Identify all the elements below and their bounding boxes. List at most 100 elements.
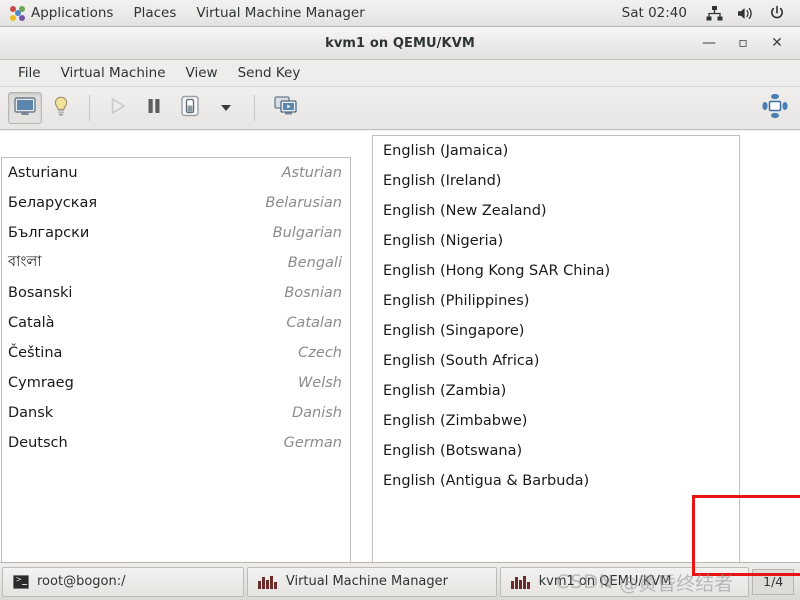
resize-vm-icon: [762, 93, 788, 123]
close-icon[interactable]: ✕: [770, 36, 784, 50]
power-icon[interactable]: [762, 5, 792, 21]
list-item[interactable]: English (Zambia): [373, 376, 739, 406]
language-english: German: [283, 435, 342, 451]
list-item[interactable]: English (Nigeria): [373, 226, 739, 256]
anaconda-welcome-screen: Asturianu Asturian Беларуская Belarusian…: [0, 131, 800, 562]
language-native: Cymraeg: [8, 375, 74, 391]
window-title: kvm1 on QEMU/KVM: [325, 35, 475, 51]
language-native: Asturianu: [8, 165, 78, 181]
list-item[interactable]: English (Antigua & Barbuda): [373, 466, 739, 496]
language-english: Belarusian: [265, 195, 342, 211]
maximize-icon[interactable]: ▫: [736, 36, 750, 50]
language-native: Čeština: [8, 345, 63, 361]
monitor-icon: [14, 96, 36, 120]
window-titlebar: kvm1 on QEMU/KVM — ▫ ✕: [0, 27, 800, 60]
list-item[interactable]: English (Zimbabwe): [373, 406, 739, 436]
window-menubar: File Virtual Machine View Send Key: [0, 60, 800, 87]
terminal-icon: [13, 574, 29, 589]
fullscreen-button[interactable]: [758, 92, 792, 124]
volume-icon[interactable]: [730, 6, 762, 21]
list-item[interactable]: Dansk Danish: [2, 398, 350, 428]
language-english: Bosnian: [284, 285, 342, 301]
chevron-down-icon: [221, 105, 231, 111]
list-item[interactable]: English (Singapore): [373, 316, 739, 346]
list-item[interactable]: Català Catalan: [2, 308, 350, 338]
desktop-top-panel: Applications Places Virtual Machine Mana…: [0, 0, 800, 27]
menu-send-key[interactable]: Send Key: [228, 62, 311, 84]
applications-grid-icon: [10, 5, 25, 21]
lightbulb-icon: [52, 96, 70, 120]
list-item[interactable]: English (Botswana): [373, 436, 739, 466]
toolbar-separator-2: [254, 95, 255, 121]
panel-menu-places-label: Places: [133, 5, 177, 21]
window-toolbar: [0, 87, 800, 130]
vmm-icon: [510, 575, 531, 589]
taskbar-item-label: root@bogon:/: [37, 574, 126, 589]
panel-clock[interactable]: Sat 02:40: [610, 5, 699, 21]
panel-status-area: Sat 02:40: [610, 5, 800, 21]
vm-guest-display[interactable]: Asturianu Asturian Беларуская Belarusian…: [0, 131, 800, 562]
snapshots-button[interactable]: [266, 92, 306, 124]
network-icon[interactable]: [699, 5, 730, 21]
run-button: [101, 92, 135, 124]
screens-icon: [274, 96, 298, 120]
language-english: Catalan: [286, 315, 342, 331]
menu-virtual-machine[interactable]: Virtual Machine: [51, 62, 176, 84]
language-english: Bulgarian: [272, 225, 342, 241]
panel-menu-virtual-machine-manager[interactable]: Virtual Machine Manager: [186, 0, 374, 26]
details-view-button[interactable]: [44, 92, 78, 124]
taskbar-item-vmm[interactable]: Virtual Machine Manager: [246, 566, 497, 597]
list-item[interactable]: Български Bulgarian: [2, 218, 350, 248]
language-native: Беларуская: [8, 195, 98, 211]
taskbar-item-label: Virtual Machine Manager: [285, 574, 448, 589]
list-item[interactable]: English (Philippines): [373, 286, 739, 316]
console-view-button[interactable]: [8, 92, 42, 124]
shutdown-menu-button[interactable]: [209, 92, 243, 124]
minimize-icon[interactable]: —: [702, 36, 716, 50]
language-native: Bosanski: [8, 285, 73, 301]
language-native: Deutsch: [8, 435, 68, 451]
toolbar-separator: [89, 95, 90, 121]
list-item[interactable]: Deutsch German: [2, 428, 350, 458]
window-controls: — ▫ ✕: [702, 36, 800, 50]
language-native: Български: [8, 225, 90, 241]
panel-menu-applications-label: Applications: [31, 5, 114, 21]
panel-menu-applications[interactable]: Applications: [0, 0, 123, 26]
language-native: বাংলা: [8, 254, 42, 270]
list-item[interactable]: English (Ireland): [373, 166, 739, 196]
language-english: Asturian: [281, 165, 342, 181]
list-item[interactable]: English (South Africa): [373, 346, 739, 376]
panel-menu-places[interactable]: Places: [123, 0, 186, 26]
taskbar-item-terminal[interactable]: root@bogon:/: [2, 566, 244, 597]
list-item[interactable]: Čeština Czech: [2, 338, 350, 368]
locale-list[interactable]: English (Jamaica) English (Ireland) Engl…: [372, 135, 740, 562]
panel-menu-vmm-label: Virtual Machine Manager: [196, 5, 365, 21]
language-english: Czech: [298, 345, 342, 361]
power-switch-icon: [180, 95, 200, 121]
desktop-taskbar: root@bogon:/ Virtual Machine Manager kvm…: [0, 562, 800, 600]
list-item[interactable]: Asturianu Asturian: [2, 158, 350, 188]
language-english: Bengali: [287, 255, 342, 271]
menu-file[interactable]: File: [8, 62, 51, 84]
taskbar-item-label: kvm1 on QEMU/KVM: [538, 574, 672, 589]
menu-view[interactable]: View: [176, 62, 228, 84]
pause-icon: [146, 97, 162, 119]
virt-viewer-window: kvm1 on QEMU/KVM — ▫ ✕ File Virtual Mach…: [0, 27, 800, 562]
language-native: Català: [8, 315, 55, 331]
play-icon: [109, 97, 127, 119]
list-item[interactable]: Беларуская Belarusian: [2, 188, 350, 218]
list-item[interactable]: English (Jamaica): [373, 136, 739, 166]
language-native: Dansk: [8, 405, 54, 421]
list-item[interactable]: Bosanski Bosnian: [2, 278, 350, 308]
language-english: Danish: [291, 405, 342, 421]
pause-button[interactable]: [137, 92, 171, 124]
list-item[interactable]: বাংলা Bengali: [2, 248, 350, 278]
vmm-icon: [257, 575, 278, 589]
shutdown-button[interactable]: [173, 92, 207, 124]
list-item[interactable]: English (Hong Kong SAR China): [373, 256, 739, 286]
list-item[interactable]: Cymraeg Welsh: [2, 368, 350, 398]
language-list[interactable]: Asturianu Asturian Беларуская Belarusian…: [1, 157, 351, 562]
highlight-annotation-box: [692, 495, 800, 576]
list-item[interactable]: English (New Zealand): [373, 196, 739, 226]
language-english: Welsh: [297, 375, 342, 391]
